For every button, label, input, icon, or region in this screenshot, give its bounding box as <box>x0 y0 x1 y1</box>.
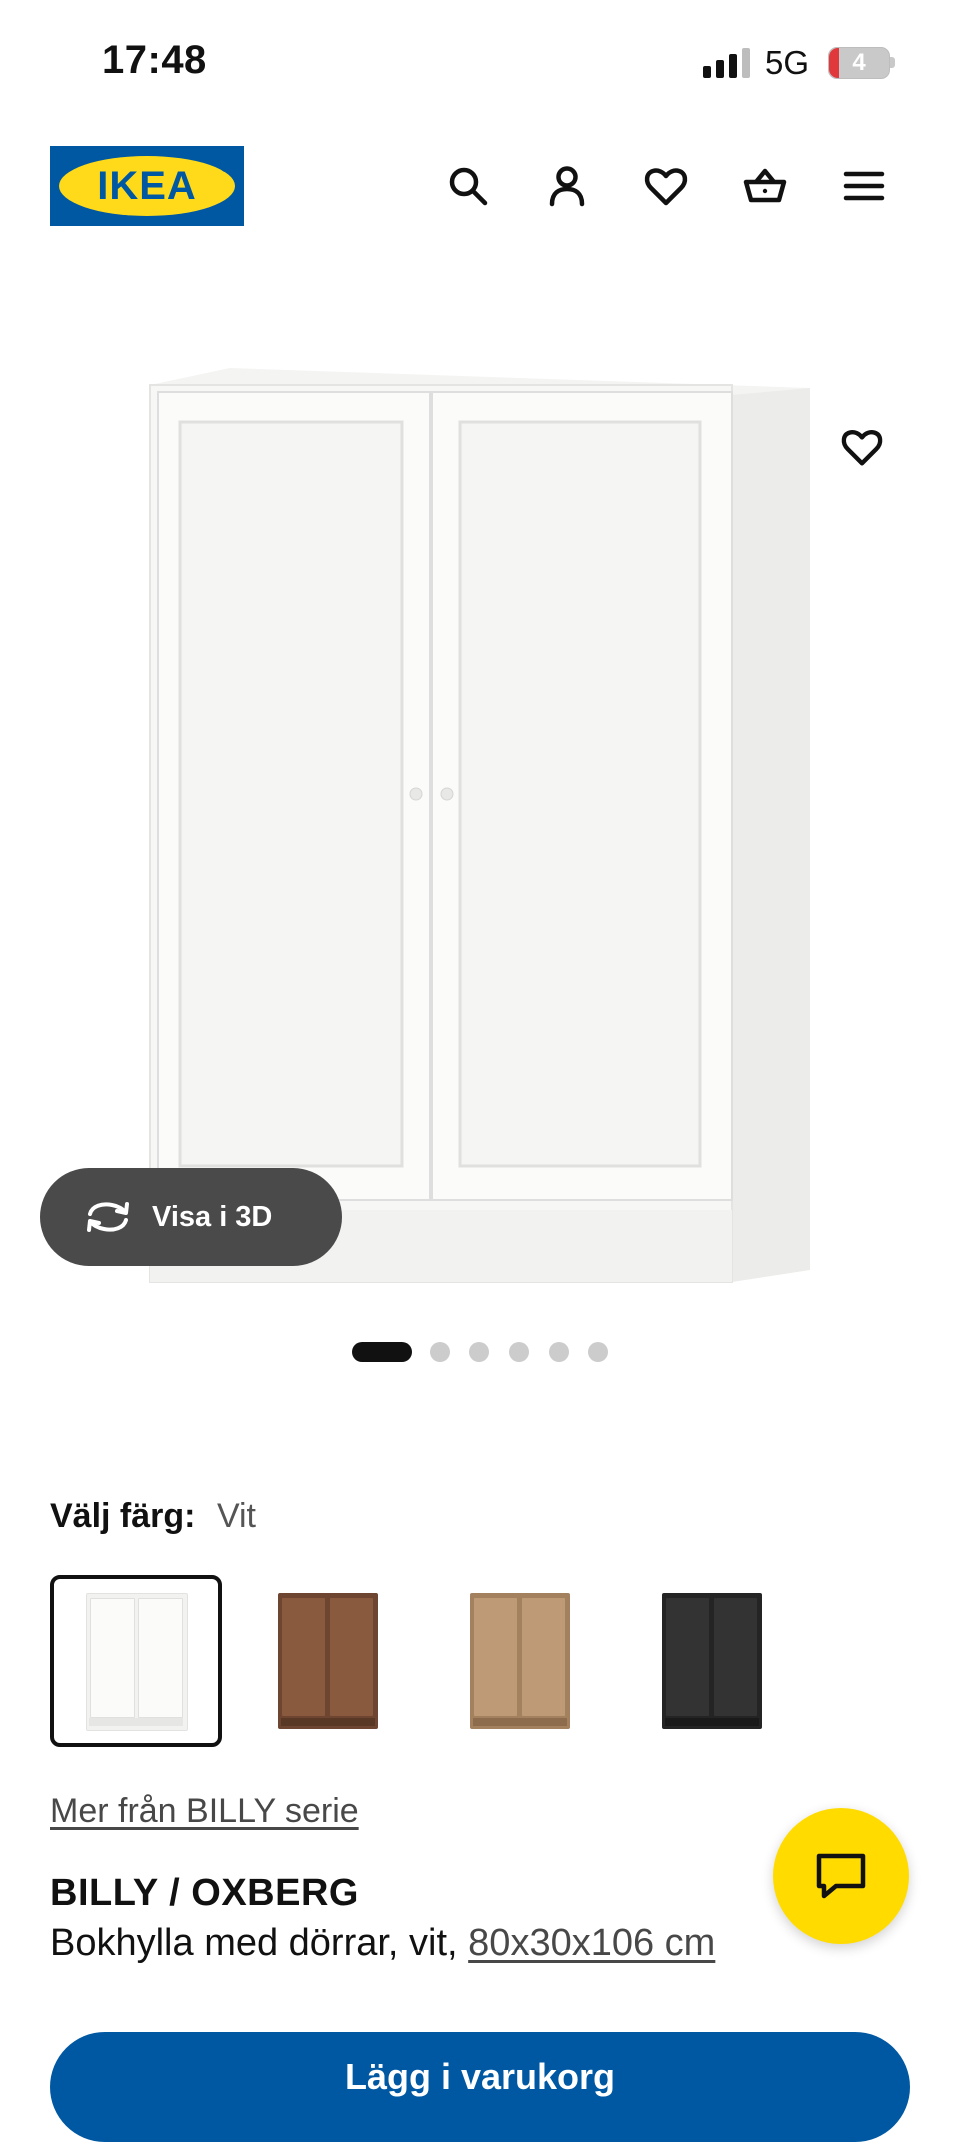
add-to-cart-button[interactable]: Lägg i varukorg <box>50 2032 910 2142</box>
add-to-cart-label: Lägg i varukorg <box>344 2056 616 2097</box>
swatch-image-black-brown <box>662 1593 762 1729</box>
swatch-image-oak-effect <box>470 1593 570 1729</box>
pagination-dot-5[interactable] <box>549 1342 569 1362</box>
product-name: BILLY / OXBERG <box>50 1872 359 1914</box>
chat-bubble-icon <box>816 1853 866 1899</box>
site-header: IKEA <box>0 120 960 260</box>
gallery-pagination <box>0 1342 960 1364</box>
view-in-3d-label: Visa i 3D <box>152 1200 273 1233</box>
pagination-dot-6[interactable] <box>588 1342 608 1362</box>
battery-icon: 4 <box>828 47 890 79</box>
color-option-brown-walnut[interactable] <box>242 1575 414 1747</box>
battery-level: 4 <box>852 49 866 76</box>
view-in-3d-button[interactable]: Visa i 3D <box>40 1168 342 1266</box>
product-image <box>149 368 810 1283</box>
product-dimensions-link[interactable]: 80x30x106 cm <box>468 1922 715 1964</box>
pagination-dot-2[interactable] <box>430 1342 450 1362</box>
logo-text: IKEA <box>97 164 197 208</box>
product-gallery[interactable]: Visa i 3D <box>0 270 960 1362</box>
status-bar: 17:48 5G 4 <box>0 0 960 120</box>
color-option-white[interactable] <box>50 1575 222 1747</box>
swatch-image-brown-walnut <box>278 1593 378 1729</box>
heart-icon[interactable] <box>636 156 696 216</box>
registered-mark-icon <box>220 160 232 172</box>
ikea-logo[interactable]: IKEA <box>50 146 244 226</box>
account-icon[interactable] <box>537 156 597 216</box>
network-type: 5G <box>765 44 810 81</box>
series-link[interactable]: Mer från BILLY serie <box>50 1792 359 1831</box>
product-description: Bokhylla med dörrar, vit, 80x30x106 cm <box>50 1922 715 1965</box>
search-icon[interactable] <box>438 156 498 216</box>
rotate-3d-icon <box>87 1202 129 1232</box>
chat-button[interactable] <box>773 1808 909 1944</box>
pagination-dot-4[interactable] <box>509 1342 529 1362</box>
color-selector-heading: Välj färg: Vit <box>50 1497 256 1536</box>
pagination-dot-1[interactable] <box>352 1342 412 1362</box>
swatch-image-white <box>86 1593 188 1731</box>
battery-cap <box>890 57 895 68</box>
logo-oval: IKEA <box>59 156 235 216</box>
menu-icon[interactable] <box>834 156 894 216</box>
selected-color-value: Vit <box>216 1497 257 1535</box>
cellular-signal-icon <box>703 46 751 78</box>
favorite-heart-icon[interactable] <box>830 415 894 479</box>
basket-icon[interactable] <box>735 156 795 216</box>
status-time: 17:48 <box>102 38 207 82</box>
color-option-black-brown[interactable] <box>626 1575 798 1747</box>
color-option-oak-effect[interactable] <box>434 1575 606 1747</box>
product-description-text: Bokhylla med dörrar, vit, <box>50 1922 469 1964</box>
color-label: Välj färg: <box>50 1497 196 1535</box>
pagination-dot-3[interactable] <box>469 1342 489 1362</box>
